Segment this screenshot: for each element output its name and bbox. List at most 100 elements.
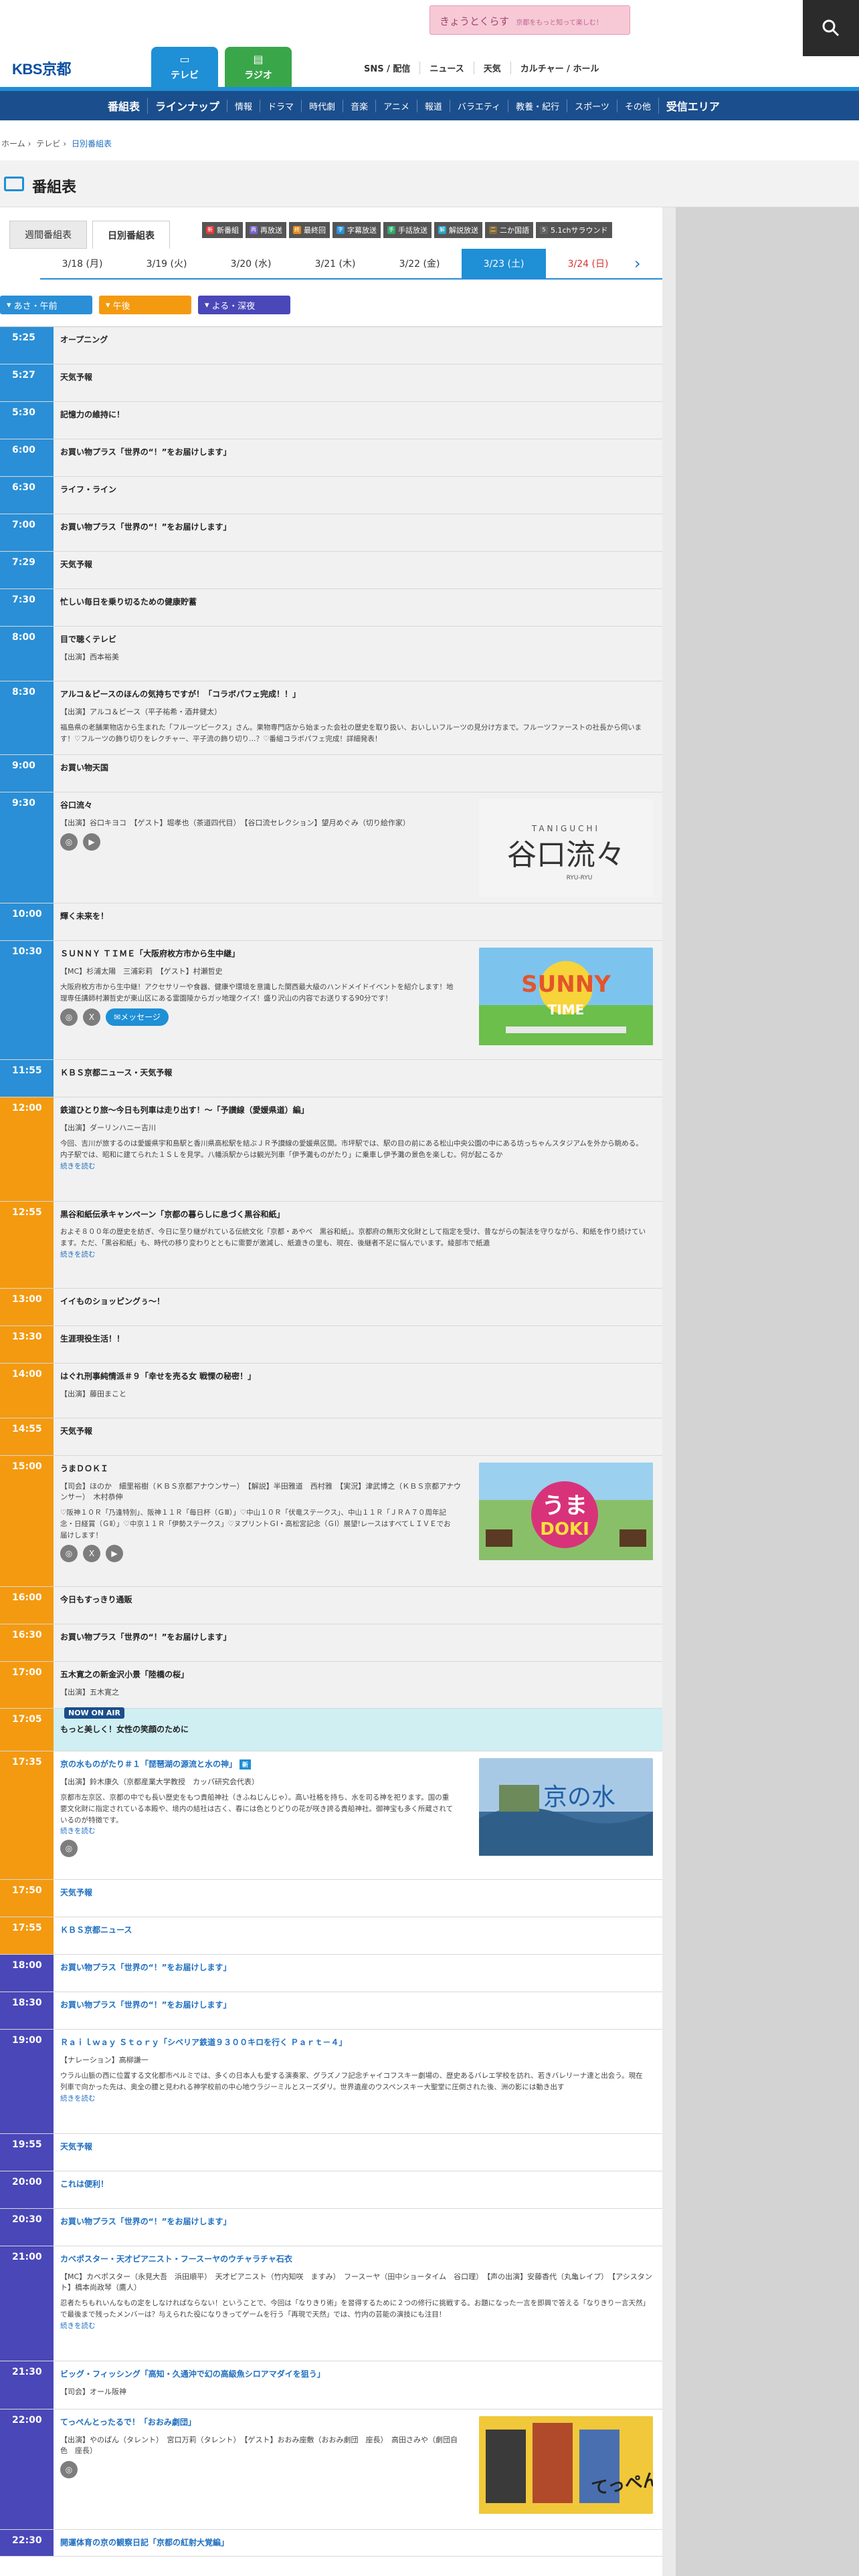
topnav-news[interactable]: ニュース bbox=[419, 62, 473, 74]
program-title[interactable]: ビッグ・フィッシング「高知・久通沖で幻の高級魚シロアマダイを狙う」 bbox=[60, 2368, 656, 2379]
program-thumbnail[interactable]: うま DOKI bbox=[479, 1463, 653, 1562]
nav-anime[interactable]: アニメ bbox=[375, 99, 417, 112]
nav-news[interactable]: 報道 bbox=[416, 99, 450, 112]
nav-other[interactable]: その他 bbox=[616, 99, 658, 112]
program-title[interactable]: お買い物プラス「世界の“！”をお届けします」 bbox=[60, 1961, 656, 1973]
program-title[interactable]: ＳＵＮＮＹ ＴＩＭＥ「大阪府枚方市から生中継」 bbox=[60, 948, 462, 959]
program-title[interactable]: 記憶力の維持に！ bbox=[60, 409, 656, 420]
program-title[interactable]: ＫＢＳ京都ニュース bbox=[60, 1924, 656, 1935]
tab-radio[interactable]: ▤ ラジオ bbox=[225, 47, 292, 87]
program-title[interactable]: 天気予報 bbox=[60, 1425, 656, 1436]
program-row[interactable]: 8:00 目で聴くテレビ 【出演】西本裕美 bbox=[0, 627, 662, 681]
program-row[interactable]: 22:30 開運体育の京の観察日記「京都の紅射大覚編」 bbox=[0, 2530, 662, 2557]
program-title[interactable]: アルコ＆ピースのほんの気持ちですが！「コラボパフェ完成！！」 bbox=[60, 688, 656, 700]
program-title[interactable]: 天気予報 bbox=[60, 1887, 656, 1898]
nav-culture[interactable]: 教養・紀行 bbox=[508, 99, 567, 112]
program-row[interactable]: 15:00 うまＤＯＫＩ 【司会】ほのか 細里裕樹（ＫＢＳ京都アナウンサー） 【解説… bbox=[0, 1456, 662, 1587]
message-button[interactable]: ✉ メッセージ bbox=[106, 1008, 169, 1026]
program-title[interactable]: お買い物プラス「世界の“！”をお届けします」 bbox=[60, 521, 656, 532]
next-week-arrow-icon[interactable]: › bbox=[634, 254, 641, 273]
program-title[interactable]: 目で聴くテレビ bbox=[60, 633, 656, 645]
topnav-sns[interactable]: SNS / 配信 bbox=[355, 62, 419, 74]
program-title[interactable]: ライフ・ライン bbox=[60, 484, 656, 495]
program-row[interactable]: 9:00 お買い物天国 bbox=[0, 755, 662, 792]
tab-daily[interactable]: 日別番組表 bbox=[92, 221, 170, 249]
date-tab[interactable]: 3/23 (土) bbox=[462, 249, 546, 278]
program-row[interactable]: 18:30 お買い物プラス「世界の“！”をお届けします」 bbox=[0, 1992, 662, 2030]
youtube-icon[interactable]: ▶ bbox=[106, 1545, 123, 1563]
nav-variety[interactable]: バラエティ bbox=[449, 99, 508, 112]
program-title[interactable]: 黒谷和紙伝承キャンペーン「京都の暮らしに息づく黒谷和紙」 bbox=[60, 1208, 656, 1220]
date-tab[interactable]: 3/21 (木) bbox=[293, 249, 377, 278]
program-row[interactable]: 17:35 京の水ものがたり＃１「琵琶湖の源流と水の神」新【出演】鈴木康久（京都産… bbox=[0, 1751, 662, 1880]
program-thumbnail[interactable]: てっぺん bbox=[479, 2416, 653, 2516]
program-title[interactable]: 天気予報 bbox=[60, 558, 656, 570]
program-title[interactable]: 今日もすっきり通販 bbox=[60, 1594, 656, 1605]
program-title[interactable]: 五木寛之の新金沢小景「陸橋の桜」 bbox=[60, 1669, 656, 1680]
nav-drama[interactable]: ドラマ bbox=[260, 99, 301, 112]
program-row[interactable]: 5:27 天気予報 bbox=[0, 364, 662, 402]
read-more-link[interactable]: 続きを読む bbox=[60, 1826, 462, 1836]
nav-music[interactable]: 音楽 bbox=[343, 99, 375, 112]
program-title[interactable]: 開運体育の京の観察日記「京都の紅射大覚編」 bbox=[60, 2537, 656, 2548]
program-row[interactable]: 21:00 カベポスター・天才ピアニスト・フースーヤのウチャラチャ石衣 【MC】カベ… bbox=[0, 2246, 662, 2361]
program-row[interactable]: 22:00 てっぺんとったるで！「おおみ劇団」 【出演】やのぱん（タレント） 宮口万… bbox=[0, 2409, 662, 2530]
instagram-icon[interactable]: ◎ bbox=[60, 1840, 78, 1858]
period-night-button[interactable]: ▾ よる・深夜 bbox=[198, 296, 290, 314]
program-row[interactable]: 19:55 天気予報 bbox=[0, 2134, 662, 2171]
program-title[interactable]: 京の水ものがたり＃１「琵琶湖の源流と水の神」新 bbox=[60, 1758, 462, 1769]
program-row[interactable]: 12:00 鉄道ひとり旅〜今日も列車は走り出す！〜「予讃線（愛媛県道）編」 【出演】… bbox=[0, 1097, 662, 1202]
program-row[interactable]: 8:30 アルコ＆ピースのほんの気持ちですが！「コラボパフェ完成！！」 【出演】アル… bbox=[0, 681, 662, 755]
read-more-link[interactable]: 続きを読む bbox=[60, 2093, 656, 2103]
nav-program-table[interactable]: 番組表 bbox=[100, 98, 147, 114]
program-row[interactable]: 14:00 はぐれ刑事純情派＃９「幸せを売る女 戦慄の秘密！」 【出演】藤田まこと bbox=[0, 1364, 662, 1418]
period-morning-button[interactable]: ▾ あさ・午前 bbox=[0, 296, 92, 314]
youtube-icon[interactable]: ▶ bbox=[83, 833, 100, 851]
program-title[interactable]: 天気予報 bbox=[60, 2141, 656, 2152]
program-row[interactable]: 12:55 黒谷和紙伝承キャンペーン「京都の暮らしに息づく黒谷和紙」 およそ８００年… bbox=[0, 1202, 662, 1289]
program-title[interactable]: 鉄道ひとり旅〜今日も列車は走り出す！〜「予讃線（愛媛県道）編」 bbox=[60, 1104, 656, 1115]
program-title[interactable]: ＫＢＳ京都ニュース・天気予報 bbox=[60, 1067, 656, 1078]
program-title[interactable]: イイものショッピングぅ〜！ bbox=[60, 1295, 656, 1307]
instagram-icon[interactable]: ◎ bbox=[60, 2461, 78, 2478]
program-row[interactable]: 5:25 オープニング bbox=[0, 327, 662, 364]
program-row[interactable]: 5:30 記憶力の維持に！ bbox=[0, 402, 662, 439]
instagram-icon[interactable]: ◎ bbox=[60, 1008, 78, 1026]
program-row[interactable]: 11:55 ＫＢＳ京都ニュース・天気予報 bbox=[0, 1060, 662, 1097]
program-row[interactable]: 7:30 忙しい毎日を乗り切るための健康貯蓄 bbox=[0, 589, 662, 627]
program-row[interactable]: 21:30 ビッグ・フィッシング「高知・久通沖で幻の高級魚シロアマダイを狙う」 【司… bbox=[0, 2361, 662, 2409]
program-row[interactable]: 18:00 お買い物プラス「世界の“！”をお届けします」 bbox=[0, 1955, 662, 1992]
program-title[interactable]: 忙しい毎日を乗り切るための健康貯蓄 bbox=[60, 596, 656, 607]
program-row[interactable]: 17:05 もっと美しく！女性の笑顔のために NOW ON AIR bbox=[0, 1707, 662, 1751]
tab-weekly[interactable]: 週間番組表 bbox=[9, 221, 87, 249]
topnav-culture[interactable]: カルチャー / ホール bbox=[510, 62, 609, 74]
nav-lineup[interactable]: ラインナップ bbox=[147, 98, 227, 114]
program-row[interactable]: 10:30 ＳＵＮＮＹ ＴＩＭＥ「大阪府枚方市から生中継」 【MC】杉浦太陽 三浦彩… bbox=[0, 941, 662, 1060]
instagram-icon[interactable]: ◎ bbox=[60, 1545, 78, 1563]
program-row[interactable]: 10:00 輝く未来を！ bbox=[0, 903, 662, 941]
program-row[interactable]: 13:30 生涯現役生活！！ bbox=[0, 1326, 662, 1364]
nav-sports[interactable]: スポーツ bbox=[567, 99, 617, 112]
program-title[interactable]: Ｒａｉｌｗａｙ Ｓｔｏｒｙ「シベリア鉄道９３００キロを行く Ｐａｒｔ－４」 bbox=[60, 2036, 656, 2048]
program-row[interactable]: 16:30 お買い物プラス「世界の“！”をお届けします」 bbox=[0, 1624, 662, 1662]
search-button[interactable] bbox=[803, 0, 859, 56]
program-row[interactable]: 20:30 お買い物プラス「世界の“！”をお届けします」 bbox=[0, 2209, 662, 2246]
program-row[interactable]: 17:50 天気予報 bbox=[0, 1880, 662, 1917]
program-row[interactable]: 9:30 谷口流々 【出演】谷口キヨコ 【ゲスト】堀孝也（茶道四代目） 【谷口流セレ… bbox=[0, 792, 662, 903]
x-icon[interactable]: X bbox=[83, 1008, 100, 1026]
tab-tv[interactable]: ▭ テレビ bbox=[151, 47, 218, 87]
program-thumbnail[interactable]: TANIGUCHI 谷口流々 RYU-RYU bbox=[479, 799, 653, 899]
period-afternoon-button[interactable]: ▾ 午後 bbox=[99, 296, 191, 314]
program-title[interactable]: 輝く未来を！ bbox=[60, 910, 656, 922]
read-more-link[interactable]: 続きを読む bbox=[60, 1161, 656, 1171]
program-title[interactable]: カベポスター・天才ピアニスト・フースーヤのウチャラチャ石衣 bbox=[60, 2253, 656, 2264]
program-title[interactable]: お買い物プラス「世界の“！”をお届けします」 bbox=[60, 1631, 656, 1642]
program-row[interactable]: 7:00 お買い物プラス「世界の“！”をお届けします」 bbox=[0, 514, 662, 552]
program-row[interactable]: 6:30 ライフ・ライン bbox=[0, 477, 662, 514]
program-title[interactable]: 生涯現役生活！！ bbox=[60, 1333, 656, 1344]
program-title[interactable]: 谷口流々 bbox=[60, 799, 462, 811]
program-title[interactable]: お買い物プラス「世界の“！”をお届けします」 bbox=[60, 2216, 656, 2227]
breadcrumb-tv[interactable]: テレビ bbox=[36, 139, 60, 148]
read-more-link[interactable]: 続きを読む bbox=[60, 2321, 656, 2331]
kbs-logo[interactable]: KBS京都 bbox=[12, 58, 71, 79]
